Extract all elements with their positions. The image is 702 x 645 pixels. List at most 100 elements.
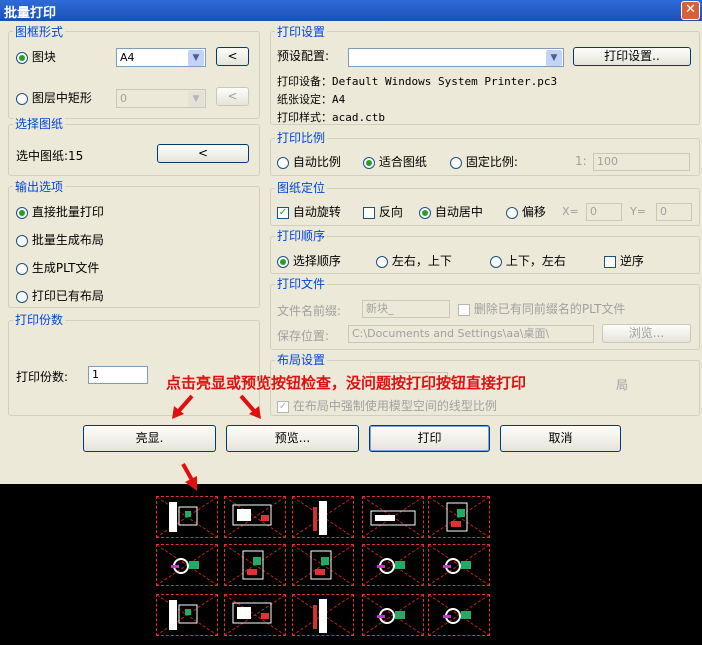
output-option-label: 批量生成布局 [31, 233, 104, 247]
drawing-thumbnail[interactable] [362, 544, 424, 586]
order-option-label: 上下，左右 [505, 254, 566, 268]
layer-rect-select-value: 0 [120, 92, 127, 105]
print-settings-button[interactable]: 打印设置.. [573, 47, 691, 66]
drawing-thumbnail[interactable] [156, 594, 218, 636]
block-select-value: A4 [120, 51, 135, 64]
close-icon[interactable]: ✕ [681, 1, 700, 20]
drawing-thumbnail[interactable] [428, 544, 490, 586]
drawing-thumbnail[interactable] [362, 496, 424, 538]
drawing-thumbnail[interactable] [156, 496, 218, 538]
reverse-row[interactable]: 反向 [363, 203, 403, 220]
radio-auto-center[interactable] [419, 206, 431, 219]
layer-rect-radio[interactable] [16, 92, 28, 105]
layer-rect-pick-button: < [216, 87, 249, 106]
scale-fit[interactable]: 适合图纸 [363, 153, 427, 170]
radio-existing[interactable] [16, 290, 28, 303]
print-file-title: 打印文件 [275, 275, 328, 292]
radio-scale-fit[interactable] [363, 156, 375, 169]
scale-option-label: 适合图纸 [378, 155, 427, 169]
highlight-button[interactable]: 亮显. [83, 425, 216, 452]
radio-order-select[interactable] [277, 255, 289, 268]
pick-drawings-button[interactable]: < [157, 144, 249, 163]
block-radio[interactable] [16, 51, 28, 64]
radio-direct[interactable] [16, 206, 28, 219]
order-ud[interactable]: 上下，左右 [490, 252, 566, 269]
order-reverse-row[interactable]: 逆序 [604, 252, 644, 269]
block-pick-button[interactable]: < [216, 47, 249, 66]
radio-plt[interactable] [16, 262, 28, 275]
drawing-thumbnail[interactable] [156, 544, 218, 586]
reverse-checkbox[interactable] [363, 206, 375, 219]
drawing-thumbnail[interactable] [292, 594, 354, 636]
order-reverse-checkbox[interactable] [604, 255, 616, 268]
print-scale-title: 打印比例 [275, 129, 328, 146]
block-select[interactable]: A4 ▼ [116, 48, 206, 67]
radio-layout[interactable] [16, 234, 28, 247]
linetype-label: 在布局中强制使用模型空间的线型比例 [292, 399, 497, 413]
radio-scale-auto[interactable] [277, 156, 289, 169]
preview-button[interactable]: 预览... [226, 425, 359, 452]
offset-row[interactable]: 偏移 [506, 203, 546, 220]
radio-order-lr[interactable] [376, 255, 388, 268]
print-device-line: 打印设备：Default Windows System Printer.pc3 [277, 75, 558, 88]
save-location-input: C:\Documents and Settings\aa\桌面\ [348, 325, 594, 343]
copies-title: 打印份数 [13, 311, 66, 328]
cancel-button[interactable]: 取消 [500, 425, 621, 452]
chevron-down-icon[interactable]: ▼ [188, 50, 204, 66]
output-option-label: 生成PLT文件 [31, 261, 100, 275]
prefix-input: 新块_ [362, 300, 450, 318]
auto-center-row[interactable]: 自动居中 [419, 203, 483, 220]
output-option-layout[interactable]: 批量生成布局 [16, 231, 104, 248]
offset-label: 偏移 [521, 205, 546, 219]
preset-label: 预设配置: [277, 49, 330, 63]
radio-offset[interactable] [506, 206, 518, 219]
scale-fixed[interactable]: 固定比例: [450, 153, 518, 170]
delete-plt-checkbox [458, 303, 470, 316]
drawing-thumbnail[interactable] [362, 594, 424, 636]
drawing-thumbnail[interactable] [224, 496, 286, 538]
output-option-existing[interactable]: 打印已有布局 [16, 287, 104, 304]
ratio-prefix: 1: [575, 154, 587, 168]
auto-rotate-row[interactable]: ✓ 自动旋转 [277, 203, 341, 220]
order-reverse-label: 逆序 [619, 254, 644, 268]
block-radio-row[interactable]: 图块 [16, 48, 56, 65]
order-lr[interactable]: 左右，上下 [376, 252, 452, 269]
print-order-title: 打印顺序 [275, 227, 328, 244]
positioning-title: 图纸定位 [275, 179, 328, 196]
output-option-direct[interactable]: 直接批量打印 [16, 203, 104, 220]
scale-option-label: 自动比例 [292, 155, 341, 169]
print-button[interactable]: 打印 [369, 425, 490, 452]
frame-form-title: 图框形式 [13, 23, 66, 40]
print-style-line: 打印样式：acad.ctb [277, 111, 385, 124]
drawing-thumbnail[interactable] [428, 496, 490, 538]
drawing-thumbnail[interactable] [428, 594, 490, 636]
output-option-plt[interactable]: 生成PLT文件 [16, 259, 99, 276]
layer-rect-radio-row[interactable]: 图层中矩形 [16, 89, 92, 106]
scale-option-label: 固定比例: [465, 155, 518, 169]
arrow-down-right-icon [239, 394, 261, 419]
radio-scale-fixed[interactable] [450, 156, 462, 169]
order-select[interactable]: 选择顺序 [277, 252, 341, 269]
radio-order-ud[interactable] [490, 255, 502, 268]
select-drawings-title: 选择图纸 [13, 115, 66, 132]
copies-input[interactable]: 1 [88, 366, 148, 384]
auto-rotate-checkbox[interactable]: ✓ [277, 206, 289, 219]
scale-auto[interactable]: 自动比例 [277, 153, 341, 170]
browse-button: 浏览... [602, 324, 691, 343]
chevron-down-icon[interactable]: ▼ [546, 50, 562, 66]
drawing-thumbnail[interactable] [224, 544, 286, 586]
drawing-thumbnail[interactable] [292, 544, 354, 586]
ratio-input: 100 [593, 153, 690, 171]
y-label: Y= [630, 205, 646, 218]
drawing-thumbnail[interactable] [224, 594, 286, 636]
drawing-thumbnail[interactable] [292, 496, 354, 538]
layout-settings-title: 布局设置 [275, 351, 328, 368]
print-settings-title: 打印设置 [275, 23, 328, 40]
copies-label: 打印份数: [16, 370, 69, 384]
delete-plt-row: 删除已有同前缀名的PLT文件 [458, 300, 625, 317]
order-option-label: 左右，上下 [391, 254, 452, 268]
arrow-down-icon [181, 463, 197, 491]
arrow-down-left-icon [172, 394, 194, 419]
layout-option-tail: 局 [616, 378, 629, 392]
preset-select[interactable]: ▼ [348, 48, 564, 67]
